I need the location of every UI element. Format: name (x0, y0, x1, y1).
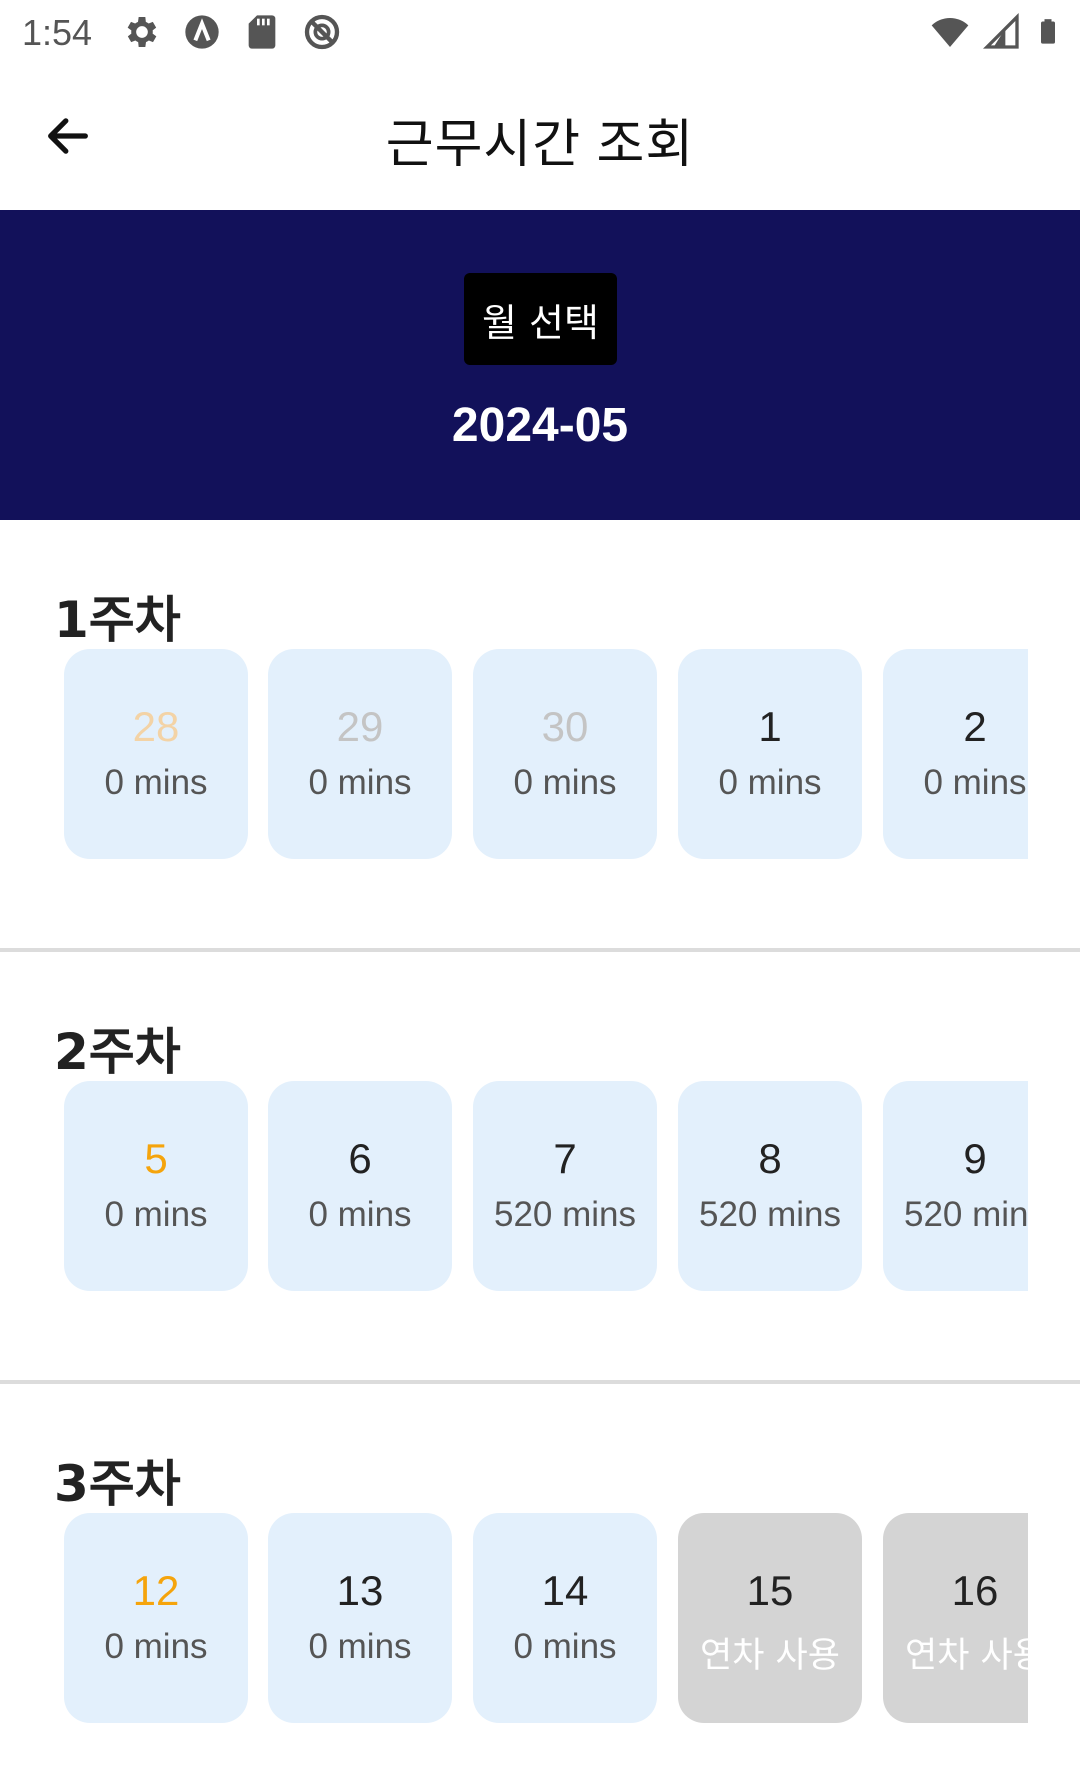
day-card[interactable]: 8 520 mins (678, 1081, 862, 1291)
day-minutes: 0 mins (513, 1627, 617, 1666)
day-number: 16 (951, 1567, 999, 1614)
day-card[interactable]: 28 0 mins (64, 649, 248, 859)
battery-icon (1041, 19, 1055, 44)
week-section: 2주차 5 0 mins 6 0 mins 7 520 mins 8 520 m… (0, 952, 1080, 1382)
page-title: 근무시간 조회 (385, 116, 695, 174)
week-title: 3주차 (54, 1455, 181, 1513)
day-number: 13 (336, 1567, 384, 1614)
day-number: 15 (746, 1567, 794, 1614)
day-number: 7 (553, 1135, 577, 1182)
day-minutes: 0 mins (923, 763, 1027, 802)
day-number: 5 (144, 1135, 168, 1182)
day-number: 12 (132, 1567, 180, 1614)
day-card-row[interactable]: 5 0 mins 6 0 mins 7 520 mins 8 520 mins … (64, 1081, 1028, 1291)
day-card[interactable]: 14 0 mins (473, 1513, 657, 1723)
day-minutes: 0 mins (104, 1195, 208, 1234)
day-minutes: 0 mins (104, 1627, 208, 1666)
day-card[interactable]: 2 0 mins (883, 649, 1028, 859)
week-section: 3주차 12 0 mins 13 0 mins 14 0 mins 15 연차 … (0, 1384, 1080, 1783)
blocked-icon (304, 14, 340, 50)
day-card[interactable]: 13 0 mins (268, 1513, 452, 1723)
day-number: 1 (758, 703, 782, 750)
day-minutes: 0 mins (308, 763, 412, 802)
status-time: 1:54 (22, 12, 93, 53)
sd-card-icon (248, 15, 276, 49)
day-card[interactable]: 15 연차 사용 (678, 1513, 862, 1723)
status-bar: 1:54 (0, 0, 1080, 64)
day-minutes: 520 mins (493, 1195, 637, 1234)
month-header: 월 선택 2024-05 (0, 210, 1080, 520)
day-number: 28 (132, 703, 180, 750)
day-card[interactable]: 1 0 mins (678, 649, 862, 859)
status-icons-right (930, 12, 1062, 52)
day-minutes: 0 mins (308, 1627, 412, 1666)
week-title: 2주차 (54, 1023, 181, 1081)
day-minutes: 520 mins (903, 1195, 1028, 1234)
gear-icon (127, 17, 157, 47)
day-minutes: 0 mins (718, 763, 822, 802)
day-number: 30 (541, 703, 589, 750)
day-minutes: 520 mins (698, 1195, 842, 1234)
month-select-button[interactable]: 월 선택 (464, 273, 617, 365)
day-minutes: 0 mins (104, 763, 208, 802)
day-minutes: 0 mins (513, 763, 617, 802)
day-card[interactable]: 7 520 mins (473, 1081, 657, 1291)
day-card[interactable]: 29 0 mins (268, 649, 452, 859)
a-circle-icon (185, 15, 219, 49)
day-number: 14 (541, 1567, 589, 1614)
day-minutes: 연차 사용 (905, 1636, 1028, 1676)
day-card[interactable]: 30 0 mins (473, 649, 657, 859)
app-bar: 근무시간 조회 (0, 64, 1080, 210)
day-card-row[interactable]: 28 0 mins 29 0 mins 30 0 mins 1 0 mins 2… (64, 649, 1028, 859)
day-card[interactable]: 16 연차 사용 (883, 1513, 1028, 1723)
day-card[interactable]: 12 0 mins (64, 1513, 248, 1723)
day-minutes: 0 mins (308, 1195, 412, 1234)
wifi-icon (931, 18, 969, 47)
day-number: 29 (336, 703, 384, 750)
day-card-row[interactable]: 12 0 mins 13 0 mins 14 0 mins 15 연차 사용 1… (64, 1513, 1028, 1723)
signal-icon (982, 12, 1019, 49)
week-section: 1주차 28 0 mins 29 0 mins 30 0 mins 1 0 mi… (0, 520, 1080, 950)
day-number: 2 (963, 703, 987, 750)
day-number: 8 (758, 1135, 782, 1182)
day-card[interactable]: 6 0 mins (268, 1081, 452, 1291)
day-number: 6 (348, 1135, 372, 1182)
day-minutes: 연차 사용 (700, 1636, 840, 1676)
selected-month: 2024-05 (451, 399, 629, 452)
week-title: 1주차 (54, 591, 181, 649)
day-card[interactable]: 5 0 mins (64, 1081, 248, 1291)
day-number: 9 (963, 1135, 987, 1182)
day-card[interactable]: 9 520 mins (883, 1081, 1028, 1291)
status-icons-left (122, 12, 342, 52)
